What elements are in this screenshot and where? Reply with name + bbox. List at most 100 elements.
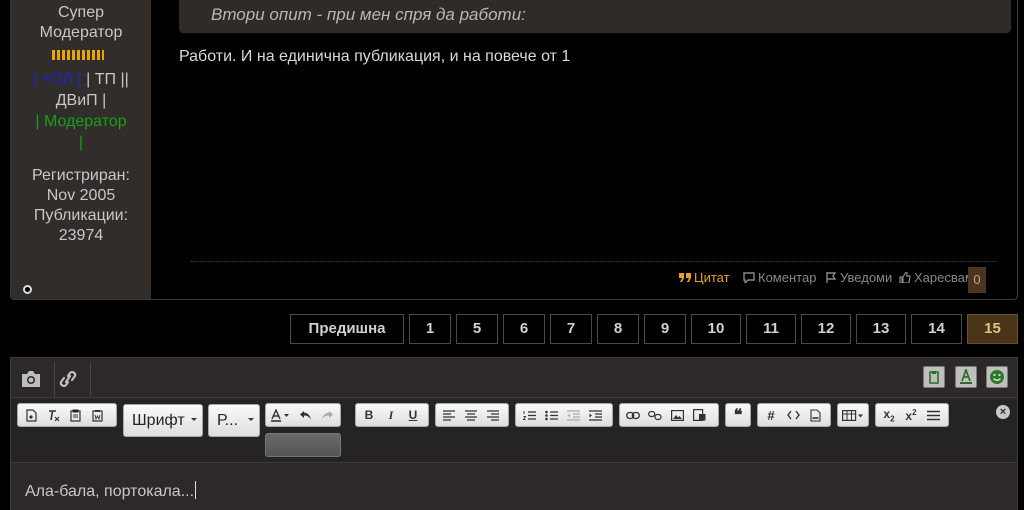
page-button-13[interactable]: 13 <box>856 314 906 344</box>
paste-text-icon <box>69 409 81 422</box>
page-button-8[interactable]: 8 <box>597 314 639 344</box>
group-end: | <box>78 134 84 151</box>
attach-image-button[interactable] <box>14 362 48 396</box>
group-tp-link[interactable]: | ТП || <box>86 71 129 88</box>
registered-label: Регистриран: <box>32 167 130 184</box>
page-button-12[interactable]: 12 <box>801 314 851 344</box>
posts-value: 23974 <box>58 227 104 244</box>
php-code-button[interactable] <box>804 405 826 425</box>
code-icon <box>786 410 800 420</box>
text-color-button[interactable] <box>268 405 294 425</box>
background-color-button[interactable] <box>265 433 341 457</box>
media-icon <box>692 409 705 421</box>
comment-icon <box>743 272 755 283</box>
toolbar-group-basic-styles: B I U <box>355 403 429 427</box>
chain-link-icon <box>626 411 640 419</box>
page-button-1[interactable]: 1 <box>409 314 451 344</box>
author-rank-line2: Модератор <box>39 24 123 41</box>
redo-button[interactable] <box>316 405 338 425</box>
horizontal-rule-button[interactable] <box>922 405 944 425</box>
redo-icon <box>321 410 333 419</box>
media-embed-button[interactable] <box>688 405 710 425</box>
page-button-5[interactable]: 5 <box>456 314 498 344</box>
offline-status-icon <box>23 285 32 294</box>
forum-post: Супер Модератор | +ПЛ | | ТП || ДВиП | |… <box>10 0 1018 300</box>
align-right-icon <box>487 409 499 421</box>
registered-value: Nov 2005 <box>46 187 116 204</box>
thumbs-up-icon <box>899 272 911 283</box>
font-family-select[interactable]: Шрифт <box>123 404 203 437</box>
numbered-list-icon <box>522 410 536 420</box>
smiley-icon <box>990 370 1004 384</box>
toolbar-group-align <box>435 403 509 427</box>
page-button-15-current[interactable]: 15 <box>967 314 1018 344</box>
undo-button[interactable] <box>294 405 316 425</box>
attach-separator <box>90 362 91 396</box>
like-label: Харесвам <box>914 270 974 285</box>
horizontal-rule-icon <box>926 410 940 420</box>
source-button[interactable] <box>20 405 42 425</box>
comment-button[interactable]: Коментар <box>743 270 816 285</box>
blockquote-icon: ❝ <box>733 407 743 424</box>
group-moderator-link[interactable]: | Модератор <box>35 113 126 130</box>
source-icon <box>25 408 37 422</box>
italic-button[interactable]: I <box>380 405 402 425</box>
page-button-7[interactable]: 7 <box>550 314 592 344</box>
text-color-toggle-button[interactable] <box>955 366 977 388</box>
superscript-button[interactable]: x2 <box>900 405 922 425</box>
undo-icon <box>299 410 311 419</box>
code-button[interactable] <box>782 405 804 425</box>
align-center-icon <box>465 409 477 421</box>
quote-button[interactable]: Цитат <box>679 270 730 285</box>
toolbar-group-quote: ❝ <box>725 403 751 427</box>
numbered-list-button[interactable] <box>518 405 540 425</box>
paste-word-button[interactable] <box>86 405 108 425</box>
quote-block: Втори опит - при мен спря да работи: <box>179 0 1011 33</box>
paste-text-button[interactable] <box>64 405 86 425</box>
unlink-button[interactable] <box>644 405 666 425</box>
reply-textarea[interactable]: Ала-бала, портокала... <box>11 464 1017 510</box>
comment-label: Коментар <box>758 270 817 285</box>
toolbar-group-table <box>837 403 869 427</box>
group-pl-link[interactable]: | +ПЛ | <box>33 71 82 88</box>
subscript-button[interactable]: x2 <box>878 405 900 425</box>
align-left-button[interactable] <box>438 405 460 425</box>
group-dvip-link[interactable]: ДВиП | <box>56 92 107 109</box>
underline-button[interactable]: U <box>402 405 424 425</box>
remove-format-button[interactable] <box>42 405 64 425</box>
align-center-button[interactable] <box>460 405 482 425</box>
quote-text: Втори опит - при мен спря да работи: <box>211 5 526 24</box>
notify-label: Уведоми <box>840 270 893 285</box>
blockquote-button[interactable]: ❝ <box>728 405 748 425</box>
indent-button[interactable] <box>584 405 606 425</box>
notify-button[interactable]: Уведоми <box>825 270 892 285</box>
pagination-prev-button[interactable]: Предишна <box>290 314 404 344</box>
close-toolbar-icon[interactable]: × <box>996 405 1010 419</box>
page-button-10[interactable]: 10 <box>691 314 741 344</box>
paste-button[interactable] <box>923 366 945 388</box>
bullet-list-button[interactable] <box>540 405 562 425</box>
outdent-button[interactable] <box>562 405 584 425</box>
page-button-14[interactable]: 14 <box>911 314 962 344</box>
page-button-9[interactable]: 9 <box>644 314 686 344</box>
author-groups: | +ПЛ | | ТП || ДВиП | | Модератор | <box>19 69 143 153</box>
toolbar-group-color-history <box>265 403 341 427</box>
image-button[interactable] <box>666 405 688 425</box>
page-button-11[interactable]: 11 <box>746 314 796 344</box>
bold-button[interactable]: B <box>358 405 380 425</box>
superscript-icon: x2 <box>905 407 917 423</box>
emoji-button[interactable] <box>986 366 1008 388</box>
align-right-button[interactable] <box>482 405 504 425</box>
author-panel: Супер Модератор | +ПЛ | | ТП || ДВиП | |… <box>11 0 151 299</box>
attach-link-button[interactable] <box>51 362 85 396</box>
hashtag-button[interactable]: # <box>760 405 782 425</box>
toolbar-group-document <box>17 403 117 427</box>
php-file-icon <box>809 408 821 422</box>
font-size-value: Р... <box>217 412 238 429</box>
link-button[interactable] <box>622 405 644 425</box>
font-size-select[interactable]: Р... <box>208 404 260 437</box>
page-button-6[interactable]: 6 <box>503 314 545 344</box>
like-button[interactable]: Харесвам <box>899 270 974 285</box>
flag-icon <box>826 272 837 283</box>
table-button[interactable] <box>840 405 866 425</box>
